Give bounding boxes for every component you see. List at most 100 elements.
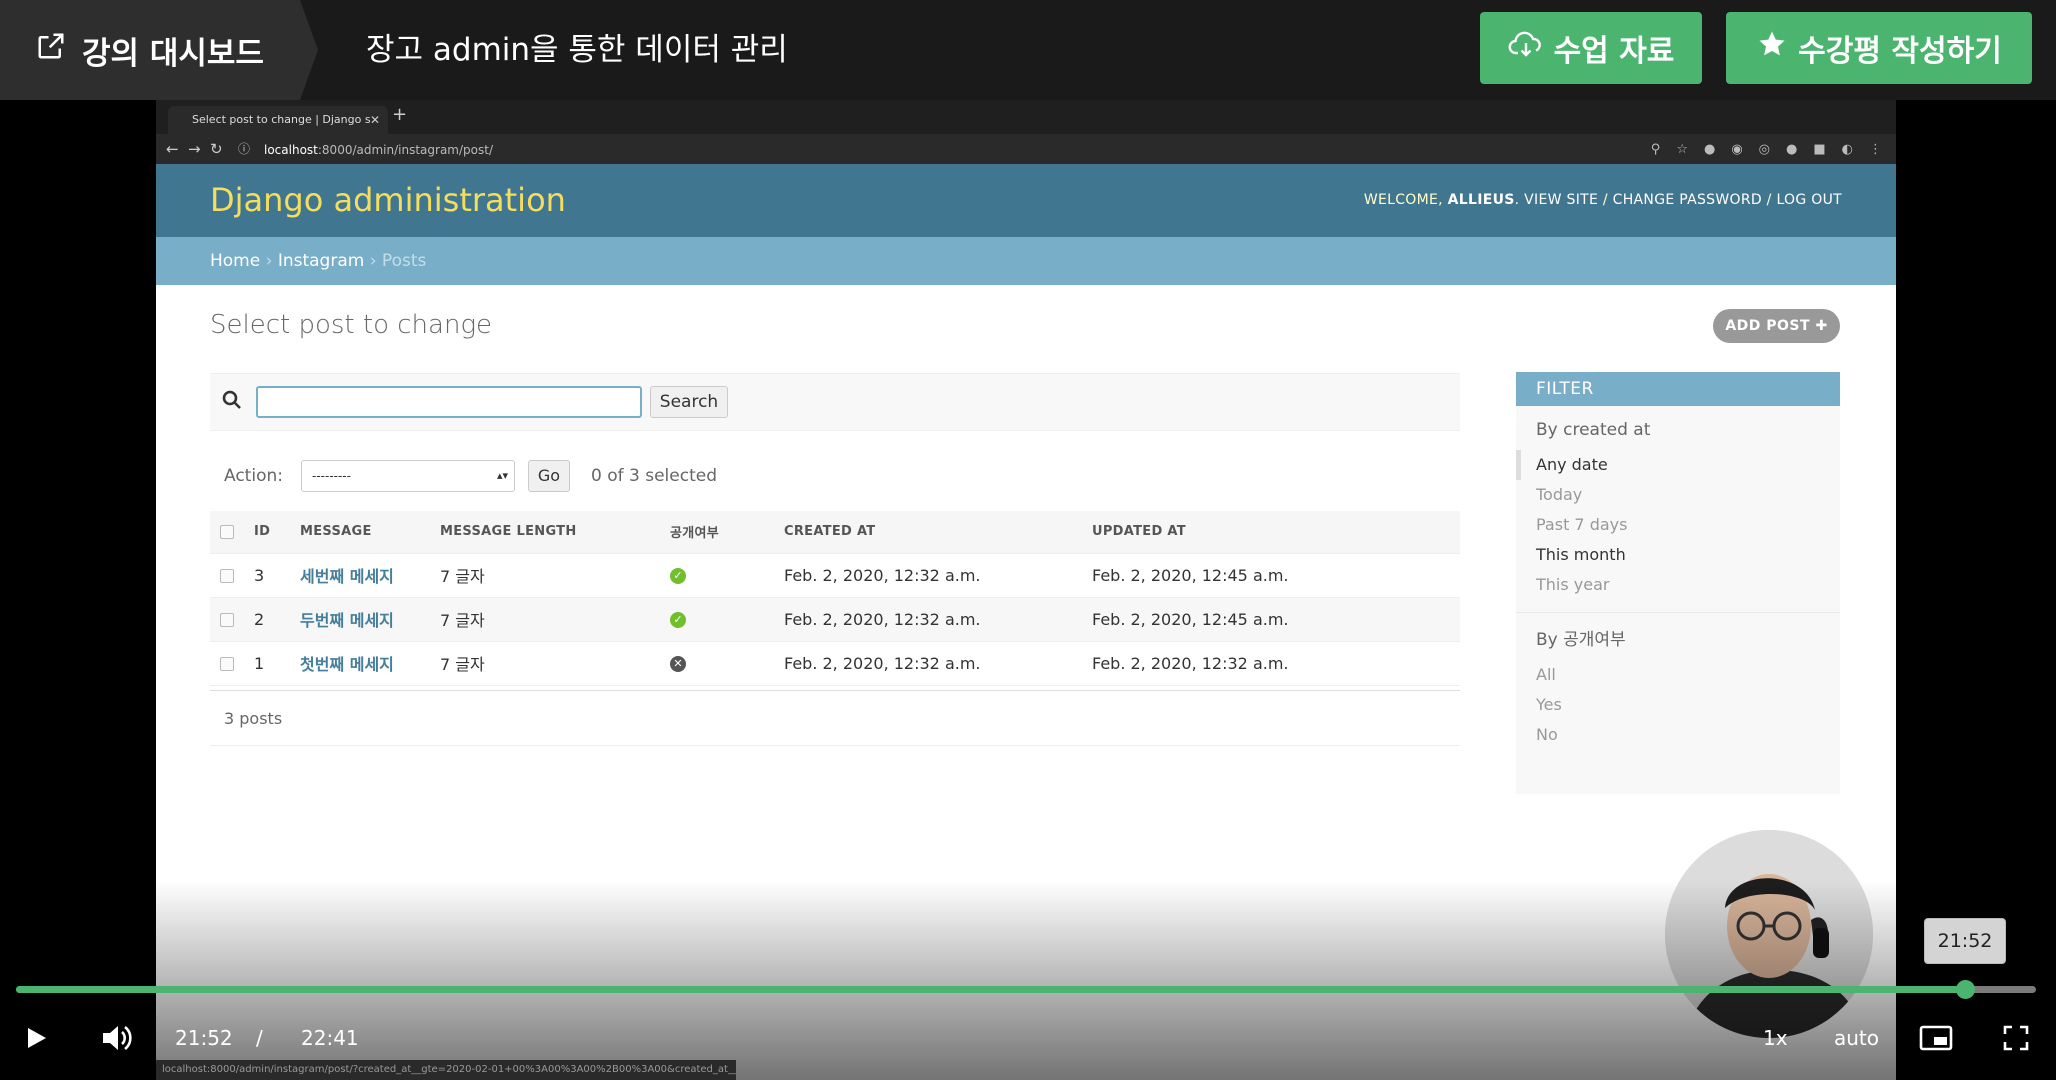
zoom-icon: ⚲ [1650, 141, 1661, 157]
progress-handle[interactable] [1955, 980, 1975, 999]
picture-in-picture-button[interactable] [1918, 1018, 1954, 1058]
cell-id: 2 [254, 597, 300, 642]
cell-message-link: 첫번째 메세지 [300, 641, 440, 686]
current-time: 21:52 [175, 1026, 233, 1050]
profile-icon: ◐ [1841, 141, 1853, 157]
x-circle-icon: ✕ [670, 656, 686, 672]
time-separator: / [256, 1026, 263, 1050]
forward-icon: → [188, 140, 201, 158]
column-header-created-at: CREATED AT [784, 511, 1092, 554]
dashboard-link[interactable]: 강의 대시보드 [0, 0, 318, 100]
table-row: 2 두번째 메세지 7 글자 ✓ Feb. 2, 2020, 12:32 a.m… [210, 597, 1460, 642]
search-icon [222, 390, 242, 414]
new-tab-icon: + [392, 104, 408, 125]
cell-length: 7 글자 [440, 553, 670, 598]
cell-length: 7 글자 [440, 641, 670, 686]
browser-tab: Select post to change | Django s ✕ [168, 106, 388, 134]
playback-speed-button[interactable]: 1x [1763, 1018, 1788, 1058]
column-header-message: MESSAGE [300, 511, 440, 554]
column-header-updated-at: UPDATED AT [1092, 511, 1460, 554]
play-icon [24, 1018, 50, 1058]
breadcrumb-current: Posts [381, 251, 427, 271]
log-out-link: LOG OUT [1776, 192, 1842, 208]
filter-list-created: Any date Today Past 7 days This month Th… [1516, 450, 1840, 600]
lecture-title: 장고 admin을 통한 데이터 관리 [366, 32, 788, 68]
extension-icon: ■ [1813, 141, 1826, 157]
cell-updated: Feb. 2, 2020, 12:45 a.m. [1092, 597, 1460, 642]
breadcrumb-home: Home [210, 251, 261, 271]
quality-button[interactable]: auto [1834, 1018, 1879, 1058]
top-bar: 강의 대시보드 장고 admin을 통한 데이터 관리 수업 자료 수강평 작성… [0, 0, 2056, 100]
extension-icon: ● [1786, 141, 1798, 157]
browser-tab-title: Select post to change | Django s [192, 113, 371, 126]
page-title: Select post to change [210, 310, 493, 340]
external-link-icon [36, 31, 82, 69]
results-table: ID MESSAGE MESSAGE LENGTH 공개여부 CREATED A… [210, 511, 1460, 686]
search-toolbar: Search [210, 373, 1460, 431]
extension-icon: ◎ [1758, 141, 1771, 157]
fullscreen-button[interactable] [2002, 1018, 2030, 1058]
star-icon [1756, 29, 1798, 67]
cell-id: 3 [254, 553, 300, 598]
progress-bar[interactable] [16, 980, 2036, 999]
picture-in-picture-icon [1918, 1018, 1954, 1058]
table-row: 1 첫번째 메세지 7 글자 ✕ Feb. 2, 2020, 12:32 a.m… [210, 641, 1460, 686]
cell-updated: Feb. 2, 2020, 12:45 a.m. [1092, 553, 1460, 598]
filter-group-created: By created at [1536, 420, 1651, 440]
filter-option: No [1536, 725, 1558, 744]
reload-icon: ↻ [210, 140, 223, 158]
play-button[interactable] [24, 1018, 50, 1058]
action-select: --------- ▴▾ [301, 460, 515, 492]
extension-icon: ● [1703, 141, 1716, 157]
change-password-link: CHANGE PASSWORD [1612, 192, 1762, 208]
table-header-row: ID MESSAGE MESSAGE LENGTH 공개여부 CREATED A… [210, 511, 1460, 554]
browser-status-url: localhost:8000/admin/instagram/post/?cre… [156, 1060, 736, 1080]
select-all-checkbox [220, 524, 234, 539]
extension-icon: ◉ [1731, 141, 1743, 157]
cell-length: 7 글자 [440, 597, 670, 642]
column-header-public: 공개여부 [670, 511, 784, 554]
paginator: 3 posts [210, 690, 1460, 746]
actions-bar: Action: --------- ▴▾ Go 0 of 3 selected [210, 456, 1460, 496]
search-button: Search [650, 386, 728, 418]
filter-option: Past 7 days [1536, 515, 1628, 534]
cloud-download-icon [1508, 29, 1554, 67]
column-header-id: ID [254, 511, 300, 554]
filter-list-public: All Yes No [1516, 660, 1840, 750]
materials-label: 수업 자료 [1553, 34, 1675, 69]
info-icon: ⓘ [238, 142, 251, 156]
filter-option: Today [1536, 485, 1583, 504]
fullscreen-icon [2002, 1018, 2030, 1058]
filter-option: Yes [1536, 695, 1562, 714]
filter-title: FILTER [1516, 372, 1840, 406]
breadcrumb: Home › Instagram › Posts [156, 237, 1896, 285]
go-button: Go [528, 460, 570, 492]
browser-tab-strip: Select post to change | Django s ✕ + [156, 100, 1896, 134]
search-input [256, 386, 642, 418]
duration: 22:41 [301, 1026, 359, 1050]
materials-button[interactable]: 수업 자료 [1480, 12, 1702, 84]
username: ALLIEUS [1447, 192, 1515, 208]
write-review-button[interactable]: 수강평 작성하기 [1726, 12, 2032, 84]
time-tooltip: 21:52 [1924, 918, 2006, 964]
django-header: Django administration WELCOME, ALLIEUS. … [156, 164, 1896, 237]
back-icon: ← [166, 140, 179, 158]
cell-id: 1 [254, 641, 300, 686]
cell-message-link: 세번째 메세지 [300, 553, 440, 598]
filter-option: This month [1536, 545, 1626, 564]
cell-created: Feb. 2, 2020, 12:32 a.m. [784, 641, 1092, 686]
filter-sidebar: FILTER By created at Any date Today Past… [1516, 372, 1840, 794]
row-checkbox [220, 613, 234, 627]
browser-address-bar: ← → ↻ ⓘ localhost:8000/admin/instagram/p… [156, 134, 1896, 164]
review-label: 수강평 작성하기 [1798, 34, 2002, 69]
action-label: Action: [224, 466, 283, 486]
volume-button[interactable] [100, 1018, 134, 1058]
tab-close-icon: ✕ [369, 113, 380, 127]
selection-counter: 0 of 3 selected [591, 466, 717, 486]
check-circle-icon: ✓ [670, 612, 686, 628]
cell-created: Feb. 2, 2020, 12:32 a.m. [784, 597, 1092, 642]
breadcrumb-app: Instagram [277, 251, 365, 271]
row-checkbox [220, 657, 234, 671]
cell-created: Feb. 2, 2020, 12:32 a.m. [784, 553, 1092, 598]
filter-option: Any date [1516, 450, 1840, 480]
